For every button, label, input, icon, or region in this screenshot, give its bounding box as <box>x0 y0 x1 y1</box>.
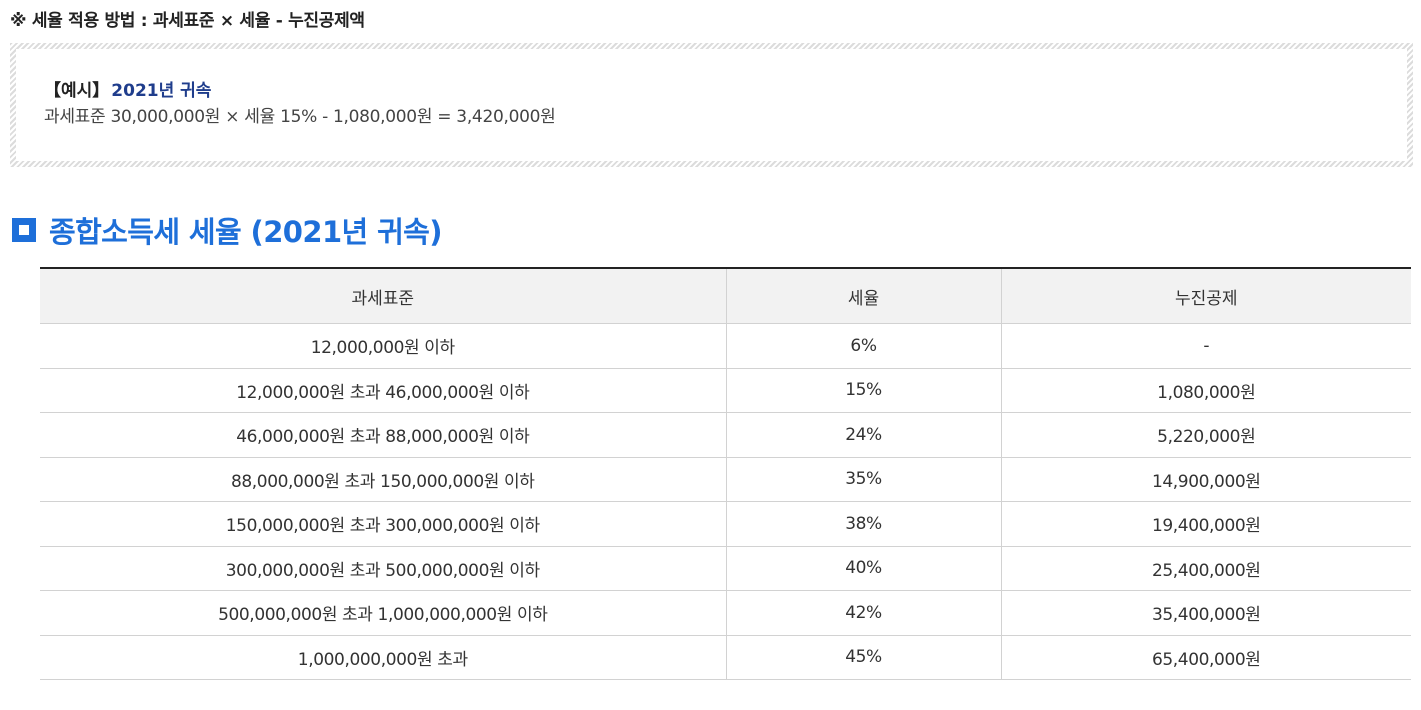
example-box: 【예시】 2021년 귀속 과세표준 30,000,000원 × 세율 15% -… <box>10 43 1413 167</box>
deduction-cell: 14,900,000원 <box>1000 457 1411 502</box>
example-calculation: 과세표준 30,000,000원 × 세율 15% - 1,080,000원 =… <box>44 107 556 127</box>
example-title: 【예시】 2021년 귀속 <box>44 78 1407 104</box>
tax-rate-cell: 38% <box>725 501 1001 547</box>
header-tax-base: 과세표준 <box>40 268 726 324</box>
section-heading: 종합소득세 세율 (2021년 귀속) <box>12 208 443 252</box>
tax-base-cell: 500,000,000원 초과 1,000,000,000원 이하 <box>40 590 726 636</box>
table-row: 12,000,000원 이하 6% - <box>40 323 1411 369</box>
example-bracket-label: 【예시】 <box>44 81 110 101</box>
tax-base-cell: 300,000,000원 초과 500,000,000원 이하 <box>40 546 726 591</box>
square-bullet-icon <box>12 218 36 242</box>
tax-rate-cell: 45% <box>725 635 1001 680</box>
deduction-cell: 65,400,000원 <box>1000 635 1411 680</box>
table-row: 300,000,000원 초과 500,000,000원 이하 40% 25,4… <box>40 546 1411 591</box>
deduction-cell: 1,080,000원 <box>1000 368 1411 413</box>
tax-rate-table: 과세표준 세율 누진공제 12,000,000원 이하 6% - 12,000,… <box>40 267 1411 680</box>
tax-base-cell: 46,000,000원 초과 88,000,000원 이하 <box>40 412 726 458</box>
table-header-row: 과세표준 세율 누진공제 <box>40 268 1411 324</box>
tax-rate-cell: 24% <box>725 412 1001 458</box>
table-row: 12,000,000원 초과 46,000,000원 이하 15% 1,080,… <box>40 368 1411 413</box>
tax-base-cell: 12,000,000원 이하 <box>40 323 726 369</box>
tax-rate-cell: 42% <box>725 590 1001 636</box>
table-row: 150,000,000원 초과 300,000,000원 이하 38% 19,4… <box>40 501 1411 547</box>
header-progressive-deduction: 누진공제 <box>1000 268 1411 324</box>
tax-rate-cell: 40% <box>725 546 1001 591</box>
table-row: 500,000,000원 초과 1,000,000,000원 이하 42% 35… <box>40 590 1411 636</box>
deduction-cell: 25,400,000원 <box>1000 546 1411 591</box>
header-tax-rate: 세율 <box>725 268 1001 324</box>
tax-base-cell: 88,000,000원 초과 150,000,000원 이하 <box>40 457 726 502</box>
deduction-cell: - <box>1000 323 1411 369</box>
tax-rate-cell: 15% <box>725 368 1001 413</box>
deduction-cell: 19,400,000원 <box>1000 501 1411 547</box>
deduction-cell: 35,400,000원 <box>1000 590 1411 636</box>
tax-base-cell: 1,000,000,000원 초과 <box>40 635 726 680</box>
tax-rate-cell: 6% <box>725 323 1001 369</box>
table-row: 88,000,000원 초과 150,000,000원 이하 35% 14,90… <box>40 457 1411 502</box>
tax-rate-cell: 35% <box>725 457 1001 502</box>
table-row: 1,000,000,000원 초과 45% 65,400,000원 <box>40 635 1411 680</box>
tax-formula-note: ※ 세율 적용 방법 : 과세표준 × 세율 - 누진공제액 <box>10 11 365 31</box>
deduction-cell: 5,220,000원 <box>1000 412 1411 458</box>
section-title: 종합소득세 세율 (2021년 귀속) <box>49 215 443 249</box>
tax-base-cell: 150,000,000원 초과 300,000,000원 이하 <box>40 501 726 547</box>
example-box-inner: 【예시】 2021년 귀속 과세표준 30,000,000원 × 세율 15% -… <box>16 49 1407 161</box>
tax-base-cell: 12,000,000원 초과 46,000,000원 이하 <box>40 368 726 413</box>
table-row: 46,000,000원 초과 88,000,000원 이하 24% 5,220,… <box>40 412 1411 458</box>
example-year-label: 2021년 귀속 <box>111 81 212 101</box>
